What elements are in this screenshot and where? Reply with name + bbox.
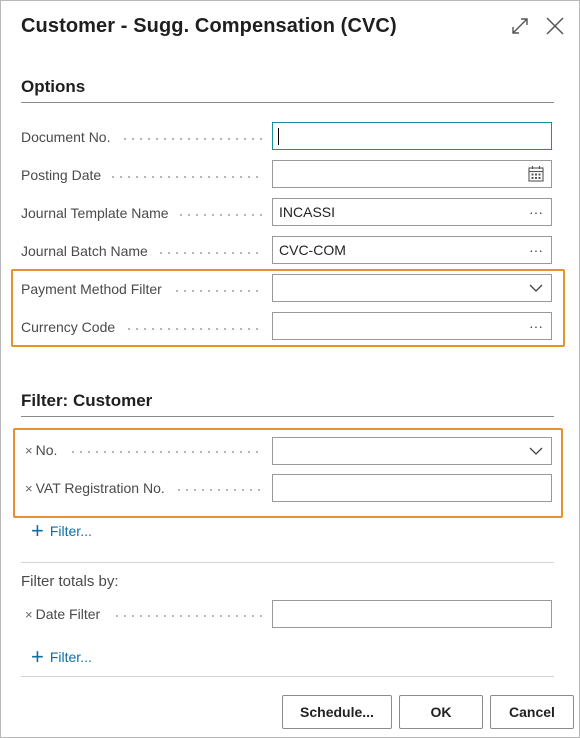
document-no-label: Document No. <box>21 129 111 145</box>
ellipsis-icon[interactable]: ··· <box>527 199 545 225</box>
journal-template-name-input[interactable]: INCASSI ··· <box>272 198 552 226</box>
cancel-button[interactable]: Cancel <box>490 695 574 729</box>
schedule-button[interactable]: Schedule... <box>282 695 392 729</box>
date-filter-input[interactable] <box>272 600 552 628</box>
journal-template-name-label: Journal Template Name <box>21 205 169 221</box>
dialog-title: Customer - Sugg. Compensation (CVC) <box>21 15 397 37</box>
options-heading: Options <box>21 77 86 96</box>
currency-code-input[interactable]: ··· <box>272 312 552 340</box>
dialog: Customer - Sugg. Compensation (CVC) Opti… <box>0 0 580 738</box>
ellipsis-icon[interactable]: ··· <box>527 313 545 339</box>
ellipsis-icon[interactable]: ··· <box>527 237 545 263</box>
add-filter-label: Filter... <box>49 649 92 665</box>
document-no-input[interactable] <box>272 122 552 150</box>
add-filter-button[interactable]: + Filter... <box>31 644 92 669</box>
leader-dots <box>109 176 263 178</box>
payment-method-filter-select[interactable] <box>272 274 552 302</box>
plus-icon: + <box>31 644 44 669</box>
close-icon[interactable] <box>544 15 566 37</box>
calendar-icon[interactable] <box>527 161 545 187</box>
filter-totals-heading: Filter totals by: <box>21 573 119 590</box>
remove-filter-icon[interactable]: × <box>25 481 33 496</box>
currency-code-label: Currency Code <box>21 319 116 335</box>
vat-registration-no-input[interactable] <box>272 474 552 502</box>
journal-batch-name-value: CVC-COM <box>279 242 346 258</box>
vat-registration-no-label: × VAT Registration No. <box>25 480 165 496</box>
filter-customer-heading: Filter: Customer <box>21 391 153 410</box>
expand-icon[interactable] <box>509 15 531 37</box>
leader-dots <box>173 290 263 292</box>
section-divider <box>21 562 554 563</box>
payment-method-filter-label: Payment Method Filter <box>21 281 162 297</box>
text-caret <box>278 128 279 145</box>
customer-no-select[interactable] <box>272 437 552 465</box>
chevron-down-icon[interactable] <box>527 275 545 301</box>
ok-button[interactable]: OK <box>399 695 483 729</box>
leader-dots <box>157 252 263 254</box>
filter-customer-divider <box>21 416 554 417</box>
add-filter-label: Filter... <box>49 523 92 539</box>
leader-dots <box>175 489 263 491</box>
leader-dots <box>177 214 263 216</box>
journal-batch-name-label: Journal Batch Name <box>21 243 148 259</box>
footer-divider <box>21 676 554 677</box>
posting-date-input[interactable] <box>272 160 552 188</box>
journal-batch-name-input[interactable]: CVC-COM ··· <box>272 236 552 264</box>
leader-dots <box>125 328 263 330</box>
leader-dots <box>69 451 263 453</box>
leader-dots <box>113 615 263 617</box>
remove-filter-icon[interactable]: × <box>25 607 33 622</box>
remove-filter-icon[interactable]: × <box>25 443 33 458</box>
add-filter-button[interactable]: + Filter... <box>31 518 92 543</box>
posting-date-label: Posting Date <box>21 167 102 183</box>
customer-no-label: × No. <box>25 442 58 458</box>
date-filter-label: × Date Filter <box>25 606 101 622</box>
chevron-down-icon[interactable] <box>527 438 545 464</box>
plus-icon: + <box>31 518 44 543</box>
journal-template-name-value: INCASSI <box>279 204 336 220</box>
options-divider <box>21 102 554 103</box>
leader-dots <box>121 138 263 140</box>
